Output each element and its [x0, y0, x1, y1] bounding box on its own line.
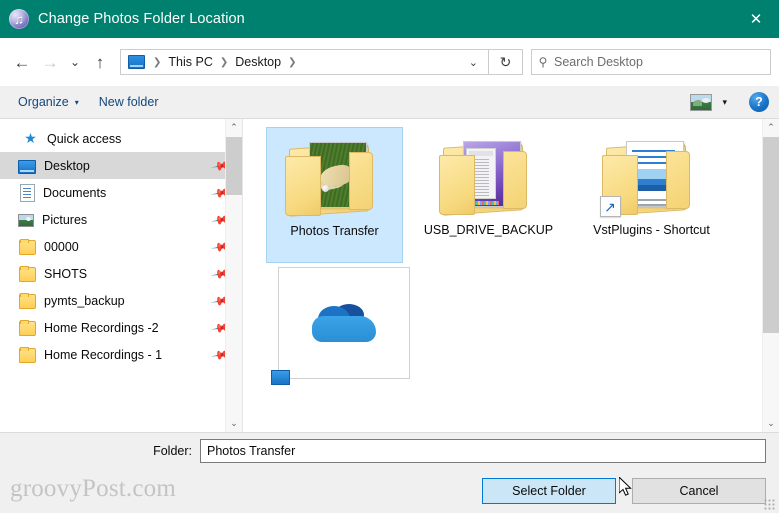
back-button[interactable]: ←: [8, 48, 36, 76]
picture-icon: [18, 214, 34, 227]
file-item-photos-transfer[interactable]: Photos Transfer: [266, 127, 403, 263]
file-item-label: VstPlugins - Shortcut: [593, 223, 710, 237]
resize-grip[interactable]: [764, 499, 776, 511]
chevron-down-icon[interactable]: ▾: [722, 97, 727, 108]
scrollbar-thumb[interactable]: [763, 137, 779, 333]
sidebar-item-label: Home Recordings - 1: [44, 347, 163, 362]
watermark: groovyPost.com: [10, 475, 176, 502]
file-item-label: Photos Transfer: [290, 224, 379, 239]
folder-photo-thumbnail: [284, 140, 385, 220]
thumbnail: [437, 131, 541, 219]
folder-screenshot-thumbnail: [438, 139, 539, 219]
sidebar-item-label: Desktop: [44, 158, 90, 173]
document-icon: [20, 183, 35, 202]
breadcrumb-this-pc[interactable]: This PC: [165, 55, 215, 69]
address-bar[interactable]: ❯ This PC ❯ Desktop ❯ ⌄: [120, 49, 489, 75]
sidebar-group-quick-access[interactable]: ★ Quick access: [0, 125, 242, 152]
search-placeholder: Search Desktop: [554, 55, 643, 69]
navigation-pane: ★ Quick access Desktop 📌 Documents 📌 Pic…: [0, 119, 242, 432]
monitor-icon: [18, 160, 36, 174]
sidebar-item-label: pymts_backup: [44, 293, 125, 308]
sidebar-item-home-recordings-2[interactable]: Home Recordings -2 📌: [0, 314, 242, 341]
chevron-down-icon: ▾: [74, 97, 79, 107]
navigation-bar: ← → ⌄ ↑ ❯ This PC ❯ Desktop ❯ ⌄ ↻ ⚲ Sear…: [0, 38, 779, 86]
chevron-down-icon[interactable]: ⌄: [465, 56, 488, 69]
window-title: Change Photos Folder Location: [38, 11, 245, 27]
breadcrumb-separator[interactable]: ❯: [284, 57, 300, 68]
scroll-up-icon[interactable]: ⌃: [226, 119, 242, 136]
search-input[interactable]: ⚲ Search Desktop: [531, 49, 771, 75]
help-button[interactable]: ?: [749, 92, 769, 112]
file-item-vstplugins-shortcut[interactable]: ↗ VstPlugins - Shortcut: [574, 127, 729, 263]
sidebar-item-desktop[interactable]: Desktop 📌: [0, 152, 242, 179]
recent-locations-button[interactable]: ⌄: [64, 48, 86, 76]
shortcut-arrow-icon: ↗: [599, 196, 621, 217]
cancel-button[interactable]: Cancel: [632, 478, 766, 504]
sidebar-group-label: Quick access: [47, 131, 122, 146]
breadcrumb-separator[interactable]: ❯: [216, 57, 232, 68]
sidebar-item-label: Home Recordings -2: [44, 320, 159, 335]
breadcrumb-separator: ❯: [153, 56, 162, 68]
folder-icon: [19, 293, 36, 309]
folder-document-thumbnail: ↗: [599, 139, 702, 219]
file-list-scrollbar[interactable]: ⌃ ⌄: [762, 119, 779, 432]
thumbnail: [283, 132, 387, 220]
file-grid: Photos Transfer USB_DRIVE_BACKUP ↗ VstPl…: [245, 127, 762, 432]
command-toolbar: Organize ▾ New folder ▾ ?: [0, 86, 779, 119]
select-folder-button[interactable]: Select Folder: [482, 478, 616, 504]
scrollbar-thumb[interactable]: [226, 137, 242, 195]
file-list-pane[interactable]: Photos Transfer USB_DRIVE_BACKUP ↗ VstPl…: [245, 119, 779, 432]
itunes-music-note-icon: ♫: [9, 9, 29, 29]
sidebar-item-home-recordings-1[interactable]: Home Recordings - 1 📌: [0, 341, 242, 368]
sidebar-item-documents[interactable]: Documents 📌: [0, 179, 242, 206]
folder-field-label: Folder:: [153, 444, 192, 458]
search-icon: ⚲: [538, 55, 548, 69]
file-item-onedrive[interactable]: [266, 263, 421, 399]
dialog-body: ★ Quick access Desktop 📌 Documents 📌 Pic…: [0, 119, 779, 433]
breadcrumb-desktop[interactable]: Desktop: [232, 55, 284, 69]
sidebar-item-label: Documents: [43, 185, 107, 200]
star-pin-icon: ★: [24, 130, 37, 146]
folder-name-input[interactable]: Photos Transfer: [200, 439, 766, 463]
folder-icon: [19, 266, 36, 282]
sidebar-item-label: 00000: [44, 239, 79, 254]
folder-icon: [19, 347, 36, 363]
this-pc-icon: [128, 55, 145, 69]
sidebar-item-label: SHOTS: [44, 266, 88, 281]
sidebar-item-00000[interactable]: 00000 📌: [0, 233, 242, 260]
file-item-label: USB_DRIVE_BACKUP: [423, 223, 554, 237]
thumbnail: ↗: [599, 131, 704, 219]
title-bar: ♫ Change Photos Folder Location ✕: [0, 0, 779, 38]
onedrive-cloud-icon: [270, 267, 410, 385]
scroll-up-icon[interactable]: ⌃: [763, 119, 779, 136]
file-picker-dialog: ♫ Change Photos Folder Location ✕ ← → ⌄ …: [0, 0, 779, 513]
close-icon[interactable]: ✕: [733, 0, 779, 38]
sidebar-item-shots[interactable]: SHOTS 📌: [0, 260, 242, 287]
folder-icon: [19, 320, 36, 336]
folder-field-row: Folder: Photos Transfer: [0, 433, 779, 469]
new-folder-button[interactable]: New folder: [89, 90, 169, 114]
up-button[interactable]: ↑: [86, 48, 114, 76]
monitor-icon: [270, 370, 290, 385]
organize-button[interactable]: Organize ▾: [8, 90, 89, 114]
scroll-down-icon[interactable]: ⌄: [763, 415, 779, 432]
file-item-usb-drive-backup[interactable]: USB_DRIVE_BACKUP: [411, 127, 566, 263]
sidebar-item-label: Pictures: [42, 212, 88, 227]
forward-button: →: [41, 52, 59, 72]
change-view-icon[interactable]: [690, 93, 713, 111]
sidebar-item-pymts-backup[interactable]: pymts_backup 📌: [0, 287, 242, 314]
sidebar-scrollbar[interactable]: ⌃ ⌄: [225, 119, 242, 432]
organize-label: Organize: [18, 95, 69, 109]
folder-icon: [19, 239, 36, 255]
refresh-button[interactable]: ↻: [489, 49, 523, 75]
sidebar-item-pictures[interactable]: Pictures 📌: [0, 206, 242, 233]
dialog-footer: Folder: Photos Transfer Select Folder Ca…: [0, 433, 779, 513]
scroll-down-icon[interactable]: ⌄: [226, 415, 242, 432]
